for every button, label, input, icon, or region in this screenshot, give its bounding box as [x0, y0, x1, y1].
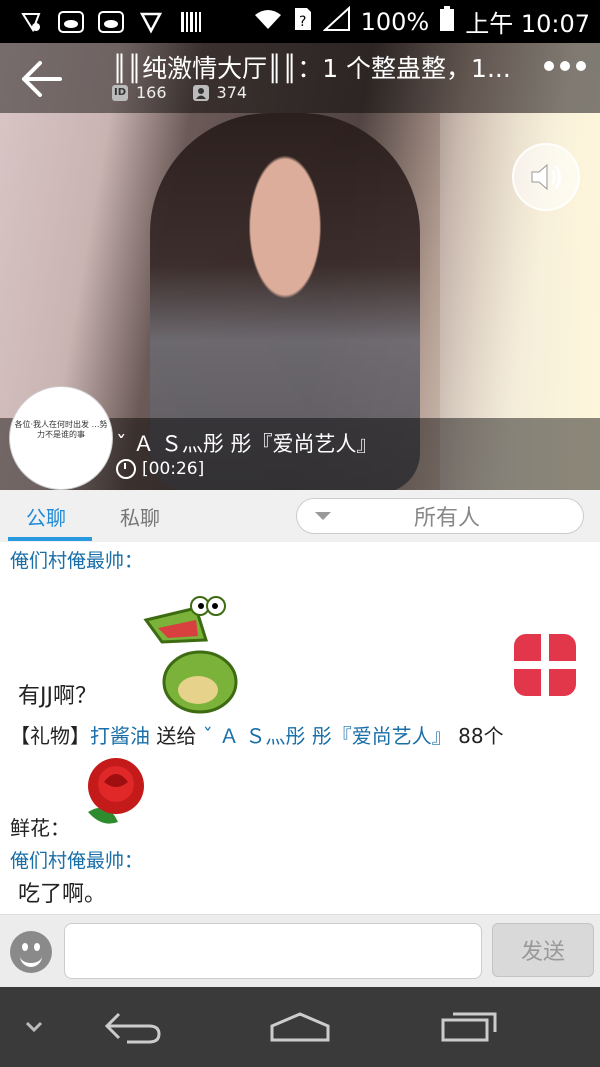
battery-level: 100%	[360, 7, 430, 36]
anchor-name: ˇ Ａ Ｓ灬彤 彤『爱尚艺人』	[116, 432, 378, 456]
message-sender: 俺们村俺最帅：	[10, 550, 144, 572]
battery-icon	[439, 5, 455, 38]
room-header: ║║纯激情大厅║║：1 个整蛊整，1... ID 166 374	[0, 43, 600, 113]
more-dot	[560, 61, 570, 71]
recents-icon	[441, 1012, 497, 1042]
duration-text: [00:26]	[142, 459, 205, 479]
message-sender: 俺们村俺最帅：	[10, 850, 144, 872]
room-title: ║║纯激情大厅║║：1 个整蛊整，1...	[112, 54, 511, 83]
signal-icon	[322, 5, 351, 38]
nav-back-button[interactable]	[100, 987, 166, 1067]
flower-label: 鲜花：	[10, 816, 70, 840]
hide-keyboard-button[interactable]	[18, 987, 50, 1067]
notification-icon	[18, 9, 44, 35]
video-stream[interactable]: ║║纯激情大厅║║：1 个整蛊整，1... ID 166 374 各位·我人在何…	[0, 43, 600, 490]
gift-prefix: 【礼物】	[10, 724, 90, 748]
speaker-icon	[531, 163, 561, 191]
shield-icon	[138, 9, 164, 35]
sim-unknown-icon: ?	[293, 6, 313, 38]
clock-time: 上午 10:07	[465, 10, 590, 38]
gift-giver: 打酱油	[90, 724, 150, 748]
status-bar: ? 100% 上午 10:07	[0, 0, 600, 43]
online-count: 374	[216, 83, 248, 102]
active-tab-indicator	[8, 537, 92, 541]
rose-flower-icon	[88, 758, 144, 824]
tab-public-chat[interactable]: 公聊	[26, 502, 66, 531]
chat-target-select[interactable]: 所有人	[296, 498, 584, 534]
system-nav-bar	[0, 987, 600, 1067]
more-options-button[interactable]	[544, 61, 586, 71]
id-icon: ID	[112, 84, 128, 101]
weather-cloud-icon	[98, 9, 124, 35]
gift-box-button[interactable]	[514, 634, 576, 696]
crocodile-sticker	[143, 596, 238, 714]
svg-text:?: ?	[299, 14, 306, 30]
room-stats: ID 166 374	[112, 83, 247, 102]
chevron-down-icon	[25, 1021, 43, 1033]
wifi-icon	[253, 7, 283, 37]
live-duration: [00:26]	[116, 459, 204, 479]
back-button[interactable]	[18, 55, 66, 103]
emoji-eye	[22, 943, 28, 951]
chevron-down-icon	[315, 512, 331, 520]
chat-message-list[interactable]: 俺们村俺最帅： 有JJ啊？ 【礼物】打酱油 送给 ˇ Ａ Ｓ灬彤 彤『爱尚艺人』…	[0, 542, 600, 914]
message-text: 吃了啊。	[18, 882, 107, 907]
barcode-icon	[178, 9, 204, 35]
chat-target-label: 所有人	[413, 506, 480, 531]
gift-count: 88个	[451, 724, 504, 748]
back-icon	[104, 1012, 161, 1044]
message-input-bar: 发送	[0, 914, 600, 988]
emoji-button[interactable]	[10, 931, 52, 973]
emoji-eye	[34, 943, 40, 951]
sound-toggle-button[interactable]	[512, 143, 580, 211]
back-arrow-icon	[22, 61, 62, 97]
anchor-avatar[interactable]: 各位·我人在何时出发 …努力不是谁的事	[10, 387, 112, 489]
message-input[interactable]	[64, 923, 482, 979]
tab-private-chat[interactable]: 私聊	[120, 502, 160, 531]
more-dot	[576, 61, 586, 71]
avatar-caption: 各位·我人在何时出发 …努力不是谁的事	[14, 420, 108, 439]
more-dot	[544, 61, 554, 71]
chat-tabs: 公聊 私聊 所有人	[0, 490, 600, 543]
emoji-mouth	[20, 951, 42, 967]
clock-icon	[116, 459, 136, 479]
send-button[interactable]: 发送	[492, 923, 594, 977]
home-icon	[270, 1012, 330, 1042]
weather-cloud-icon	[58, 9, 84, 35]
gift-verb: 送给	[150, 724, 197, 748]
room-id: 166	[136, 83, 167, 102]
nav-recents-button[interactable]	[436, 987, 502, 1067]
user-icon	[192, 84, 209, 101]
gift-receiver: ˇ Ａ Ｓ灬彤 彤『爱尚艺人』	[202, 724, 452, 748]
gift-message: 【礼物】打酱油 送给 ˇ Ａ Ｓ灬彤 彤『爱尚艺人』 88个	[10, 720, 504, 749]
message-text: 有JJ啊？	[18, 684, 97, 709]
nav-home-button[interactable]	[266, 987, 334, 1067]
